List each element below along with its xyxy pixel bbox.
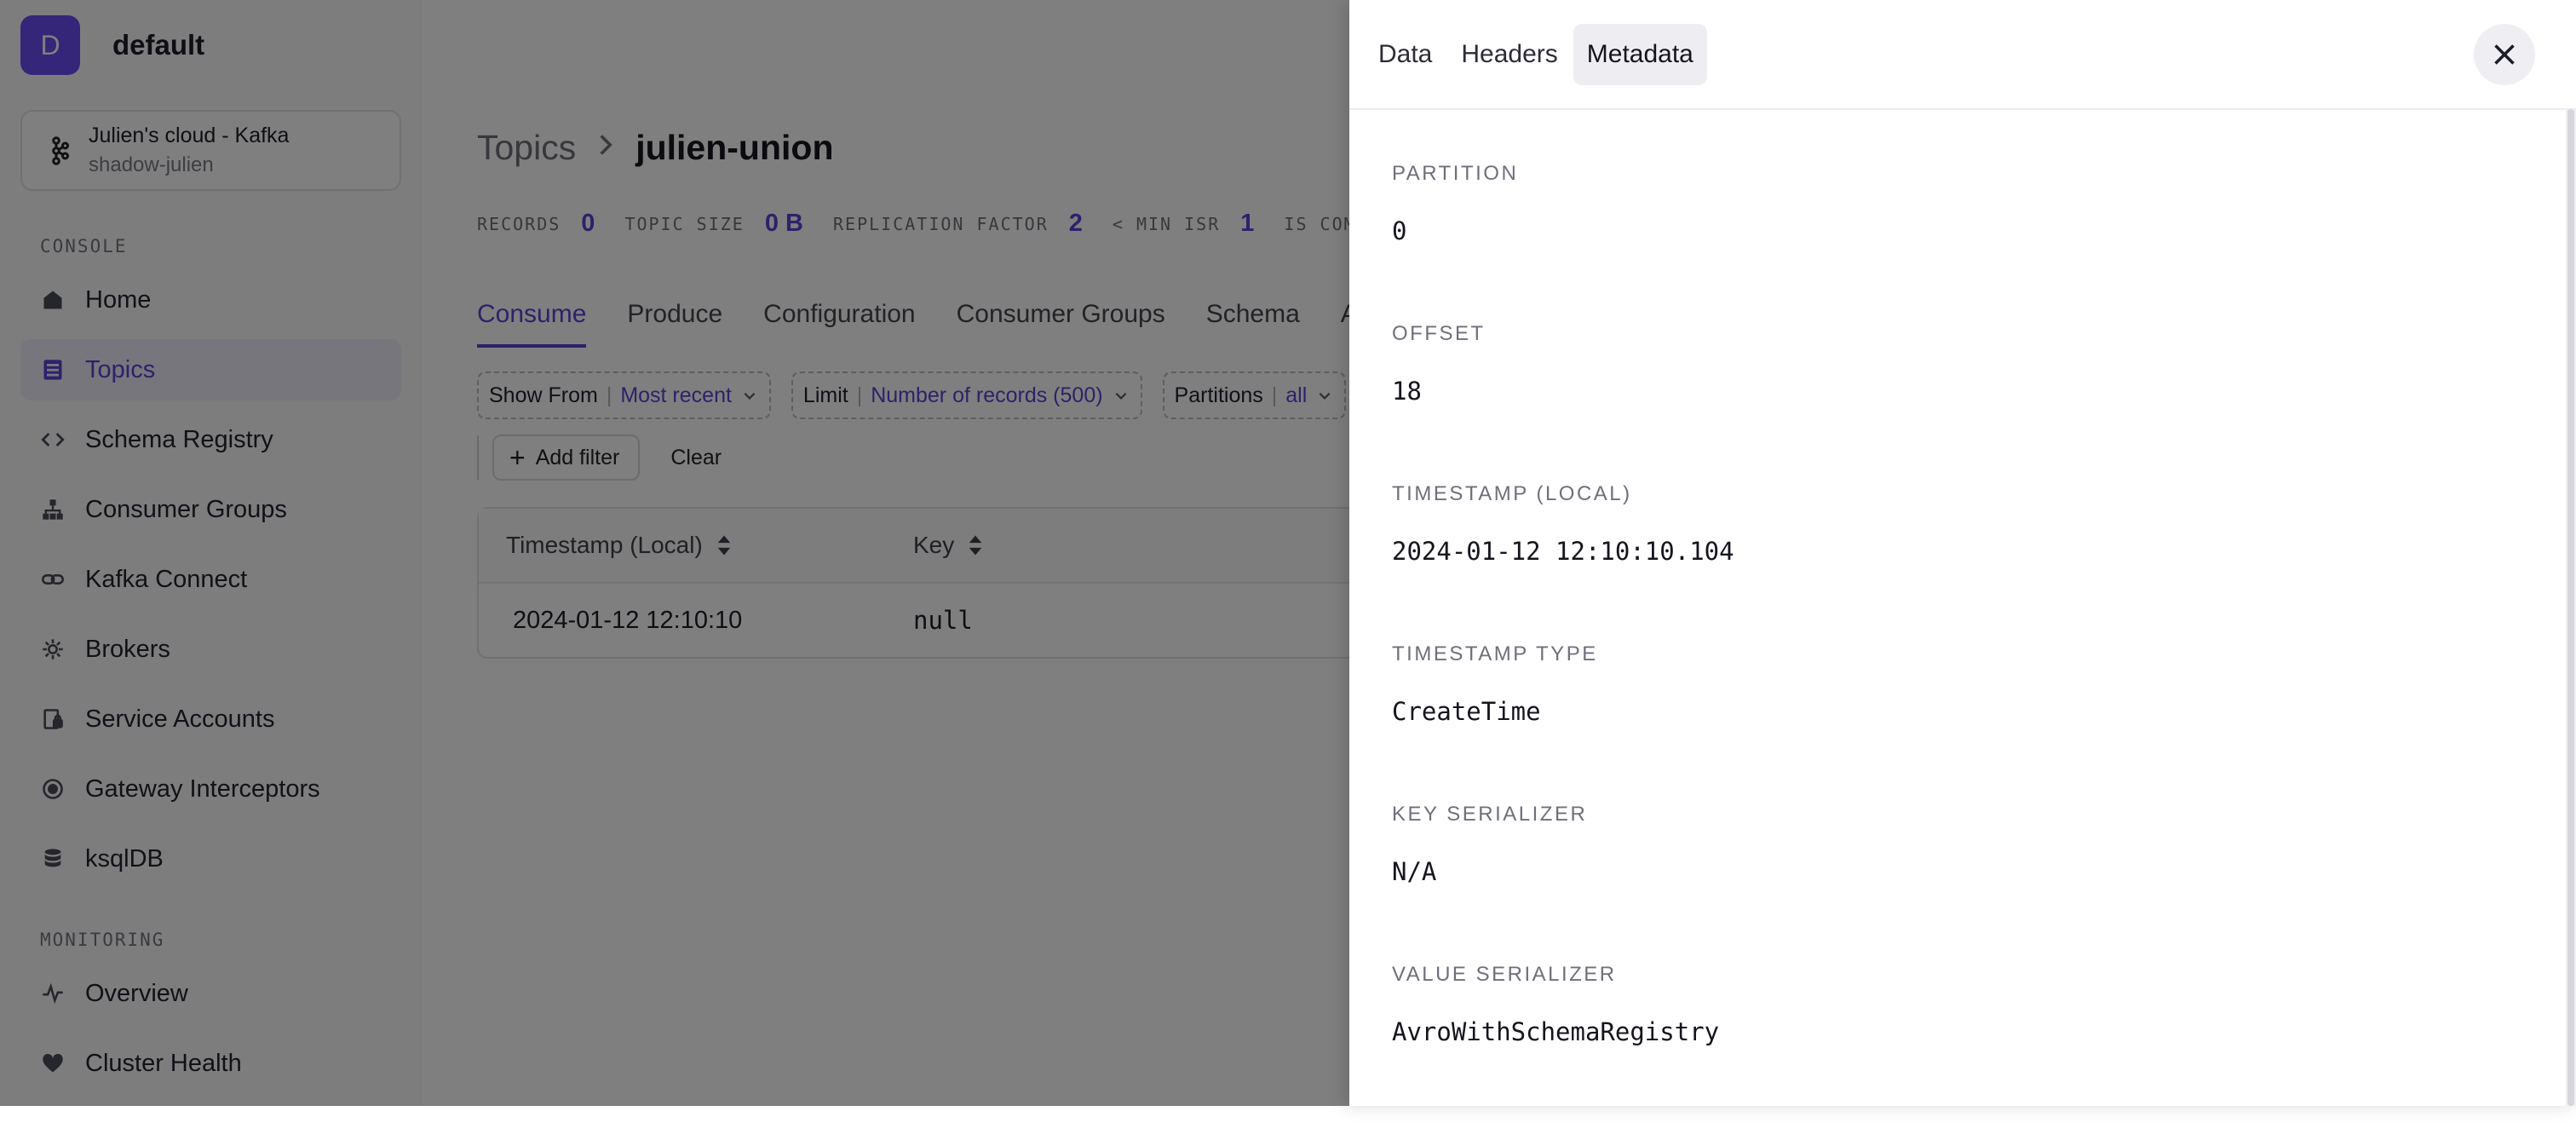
field-label: TIMESTAMP TYPE xyxy=(1392,642,1598,665)
field-value: 18 xyxy=(1392,377,1422,406)
field-timestamp-type: TIMESTAMP TYPE CreateTime xyxy=(1392,642,1734,803)
scrollbar-thumb[interactable] xyxy=(2567,109,2574,1106)
drawer-header: Data Headers Metadata xyxy=(1349,0,2576,110)
field-label: VALUE SERIALIZER xyxy=(1392,963,1617,986)
record-details-drawer: Data Headers Metadata PARTITION 0 OFFSET… xyxy=(1349,0,2576,1106)
field-value-serializer: VALUE SERIALIZER AvroWithSchemaRegistry xyxy=(1392,963,1734,1123)
close-button[interactable] xyxy=(2474,24,2535,85)
field-label: OFFSET xyxy=(1392,322,1486,345)
field-offset: OFFSET 18 xyxy=(1392,322,1734,482)
tab-metadata[interactable]: Metadata xyxy=(1573,24,1707,85)
tab-headers[interactable]: Headers xyxy=(1447,24,1571,85)
drawer-scrollbar[interactable] xyxy=(2566,109,2576,1106)
field-value: N/A xyxy=(1392,857,1437,886)
field-timestamp-local: TIMESTAMP (LOCAL) 2024-01-12 12:10:10.10… xyxy=(1392,482,1734,642)
field-value: AvroWithSchemaRegistry xyxy=(1392,1017,1720,1046)
field-partition: PARTITION 0 xyxy=(1392,162,1734,322)
modal-backdrop[interactable] xyxy=(0,0,1349,1106)
field-value: CreateTime xyxy=(1392,697,1541,726)
field-label: PARTITION xyxy=(1392,162,1519,185)
tab-data[interactable]: Data xyxy=(1365,24,1446,85)
metadata-fields: PARTITION 0 OFFSET 18 TIMESTAMP (LOCAL) … xyxy=(1392,162,1734,1123)
field-key-serializer: KEY SERIALIZER N/A xyxy=(1392,803,1734,963)
close-icon xyxy=(2494,44,2515,65)
field-value: 2024-01-12 12:10:10.104 xyxy=(1392,537,1734,566)
field-label: TIMESTAMP (LOCAL) xyxy=(1392,482,1632,505)
drawer-tabs: Data Headers Metadata xyxy=(1365,24,1709,85)
field-label: KEY SERIALIZER xyxy=(1392,803,1588,826)
field-value: 0 xyxy=(1392,216,1407,245)
